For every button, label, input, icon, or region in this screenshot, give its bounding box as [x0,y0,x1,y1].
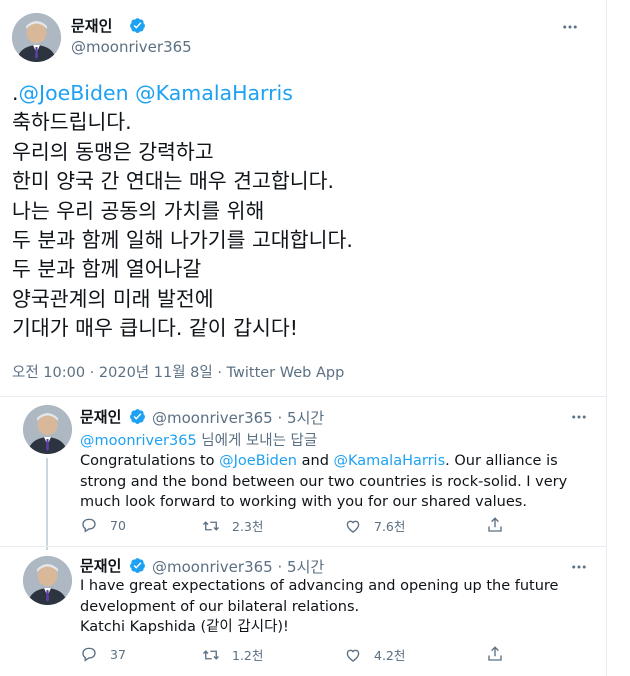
replying-to: @moonriver365 님에게 보내는 답글 [80,433,318,449]
reply-icon [82,518,96,533]
retweet-icon [203,520,219,531]
share-button[interactable] [486,516,516,534]
author-handle[interactable]: @moonriver365 · 5시간 [152,556,324,577]
reply-line: development of our bilateral relations. [80,598,360,615]
share-icon [488,646,502,661]
author-handle[interactable]: @moonriver365 [71,38,192,56]
thread-connector-line [46,458,48,550]
author-name[interactable]: 문재인 [80,406,121,427]
retweet-button[interactable]: 2.3천 [202,516,263,535]
tweet-detail-panel: 문재인 @moonriver365 .@JoeBiden @KamalaHarr… [0,0,607,676]
reply-line: I have great expectations of advancing a… [80,578,559,594]
more-options-icon[interactable] [561,18,579,36]
verified-badge-icon [130,558,145,573]
tweet-timestamp[interactable]: 오전 10:00 · 2020년 11월 8일 · Twitter Web Ap… [12,361,344,382]
tweet-time[interactable]: · 5시간 [278,409,325,427]
reply-text: Congratulations to @JoeBiden and @Kamala… [80,453,568,510]
like-icon [346,649,360,662]
reply-count: 37 [110,646,126,662]
author-handle[interactable]: @moonriver365 · 5시간 [152,407,324,428]
mention-link[interactable]: @KamalaHarris [334,453,446,469]
retweet-count: 1.2천 [232,648,264,663]
like-count: 4.2천 [374,648,406,663]
mention-link[interactable]: @KamalaHarris [135,81,293,105]
tweet-text: .@JoeBiden @KamalaHarris 축하드립니다. 우리의 동맹은… [12,79,592,344]
like-button[interactable]: 7.6천 [344,516,405,535]
mention-link[interactable]: @JoeBiden [19,81,129,105]
reply-button[interactable]: 70 [80,516,126,534]
tweet-time[interactable]: · 5시간 [278,558,325,576]
like-count: 7.6천 [374,519,406,534]
avatar[interactable] [23,405,72,454]
reply-line: Katchi Kapshida (같이 갑시다)! [80,619,289,635]
author-name[interactable]: 문재인 [71,15,112,36]
retweet-count: 2.3천 [232,519,264,534]
verified-badge-icon [130,409,145,424]
author-name[interactable]: 문재인 [80,555,121,576]
like-button[interactable]: 4.2천 [344,645,405,664]
verified-badge-icon [130,18,145,33]
share-button[interactable] [486,645,516,663]
retweet-icon [203,649,219,660]
tweet-body: 축하드립니다. 우리의 동맹은 강력하고 한미 양국 간 연대는 매우 견고합니… [12,110,353,341]
reply-count: 70 [110,517,126,533]
mention-link[interactable]: @JoeBiden [219,453,297,469]
avatar[interactable] [23,556,72,605]
like-icon [346,520,360,533]
mention-link[interactable]: @moonriver365 [80,433,197,449]
divider [0,396,606,397]
more-options-icon[interactable] [570,408,588,426]
reply-icon [82,647,96,662]
more-options-icon[interactable] [570,558,588,576]
avatar[interactable] [12,13,61,62]
share-icon [488,517,502,532]
reply-button[interactable]: 37 [80,645,126,663]
reply-text: I have great expectations of advancing a… [80,576,590,638]
retweet-button[interactable]: 1.2천 [202,645,263,664]
divider [0,546,606,547]
